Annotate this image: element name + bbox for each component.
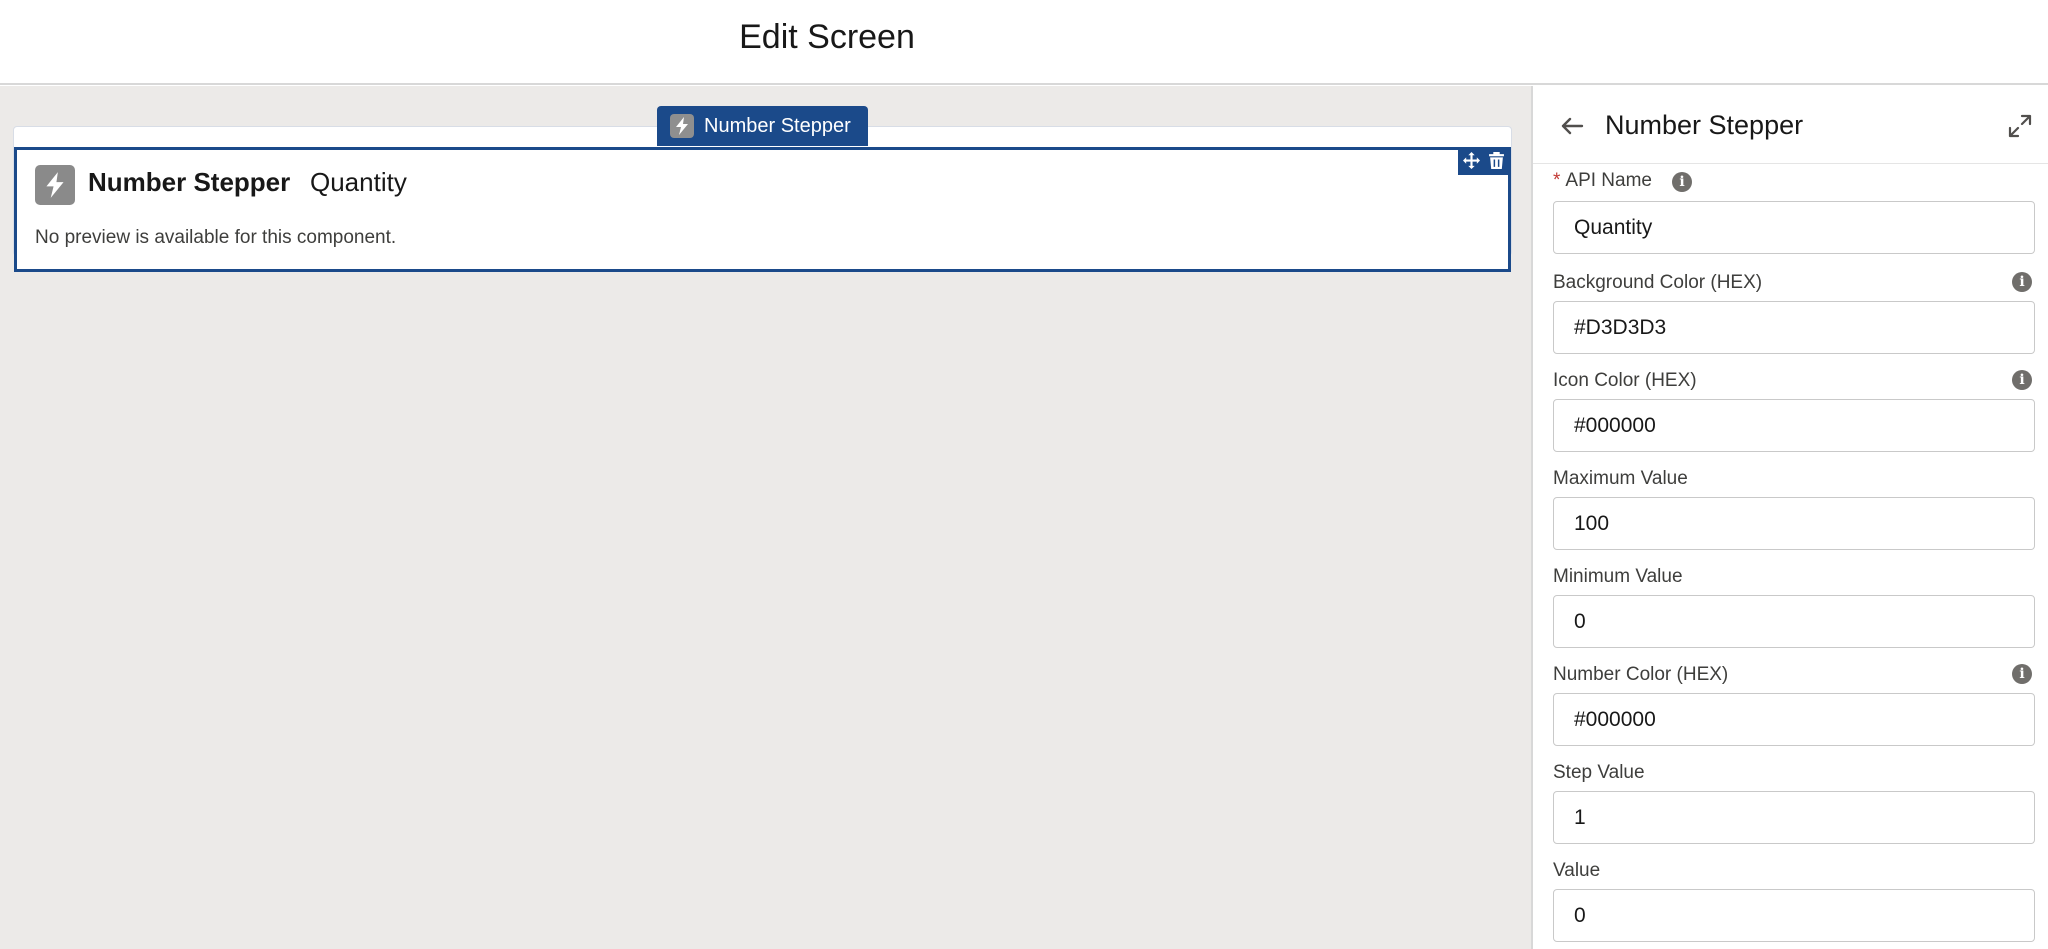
value-label: Value xyxy=(1553,860,1601,881)
component-tab-label: Number Stepper xyxy=(704,114,851,137)
minimum-value-label: Minimum Value xyxy=(1553,566,1683,587)
info-icon[interactable]: i xyxy=(1672,172,1692,192)
icon-color-label: Icon Color (HEX) xyxy=(1553,370,1697,391)
page-title: Edit Screen xyxy=(739,18,915,56)
move-icon[interactable] xyxy=(1462,151,1480,174)
value-field[interactable] xyxy=(1553,889,2035,942)
background-color-label: Background Color (HEX) xyxy=(1553,272,1763,293)
selected-component[interactable]: Number Stepper Quantity No preview is av… xyxy=(14,147,1511,272)
properties-panel: Number Stepper *API Name i Background Co… xyxy=(1531,86,2048,949)
number-color-label: Number Color (HEX) xyxy=(1553,664,1729,685)
panel-header: Number Stepper xyxy=(1533,86,2048,164)
lightning-icon xyxy=(35,165,75,205)
background-color-field[interactable] xyxy=(1553,301,2035,354)
step-value-label: Step Value xyxy=(1553,762,1645,783)
maximum-value-field[interactable] xyxy=(1553,497,2035,550)
number-color-field[interactable] xyxy=(1553,693,2035,746)
back-arrow-icon[interactable] xyxy=(1557,111,1587,141)
minimum-value-field[interactable] xyxy=(1553,595,2035,648)
lightning-icon xyxy=(670,114,694,138)
icon-color-field[interactable] xyxy=(1553,399,2035,452)
info-icon[interactable]: i xyxy=(2012,272,2032,292)
expand-icon[interactable] xyxy=(2006,112,2034,140)
component-actions xyxy=(1458,150,1508,175)
component-tab[interactable]: Number Stepper xyxy=(657,106,868,146)
required-marker: * xyxy=(1553,170,1561,191)
component-preview-note: No preview is available for this compone… xyxy=(35,227,397,248)
info-icon[interactable]: i xyxy=(2012,664,2032,684)
screen-canvas: Number Stepper Number Stepper Quantity N… xyxy=(0,86,1531,949)
api-name-field[interactable] xyxy=(1553,201,2035,254)
component-api-name: Quantity xyxy=(310,167,407,197)
header: Edit Screen xyxy=(0,0,2048,85)
step-value-field[interactable] xyxy=(1553,791,2035,844)
panel-title: Number Stepper xyxy=(1605,110,1804,140)
trash-icon[interactable] xyxy=(1488,151,1504,174)
component-title: Number Stepper xyxy=(88,167,291,197)
info-icon[interactable]: i xyxy=(2012,370,2032,390)
api-name-label: * API Name xyxy=(1553,170,1652,191)
maximum-value-label: Maximum Value xyxy=(1553,468,1688,489)
